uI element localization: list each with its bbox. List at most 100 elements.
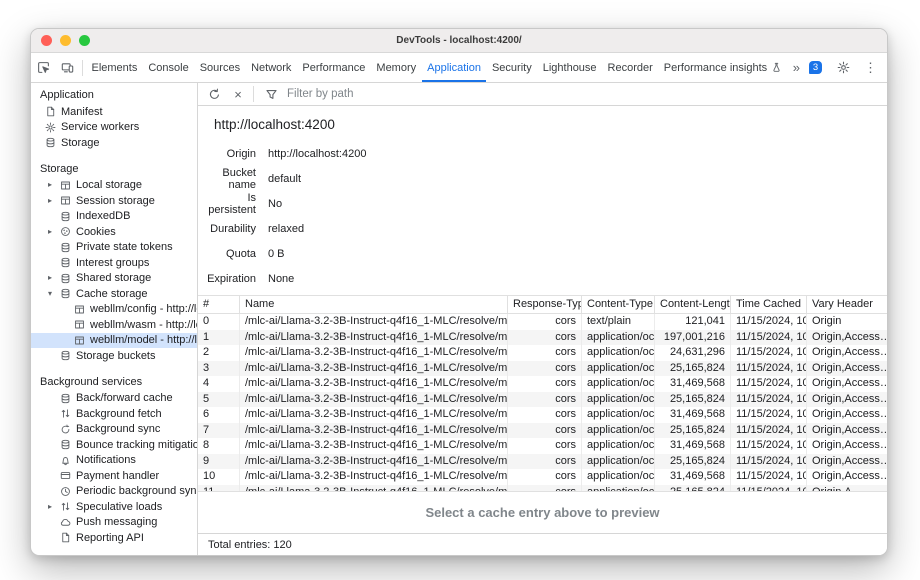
sidebar-item-manifest[interactable]: Manifest	[31, 104, 197, 120]
delete-selected-button[interactable]: ×	[228, 87, 248, 102]
close-window-button[interactable]	[41, 35, 52, 46]
column-header-name[interactable]: Name	[240, 296, 508, 314]
sidebar-item-private-state-tokens[interactable]: ▸Private state tokens	[31, 240, 197, 256]
sidebar-item-service-workers[interactable]: Service workers	[31, 120, 197, 136]
gear-icon	[837, 61, 850, 74]
cell-response-type: cors	[508, 361, 582, 377]
tab-recorder[interactable]: Recorder	[602, 53, 658, 82]
cell-content-length: 25,165,824	[655, 423, 731, 439]
chevron-right-icon[interactable]: ▸	[45, 503, 55, 511]
chevron-right-icon[interactable]: ▸	[45, 274, 55, 282]
cache-panel-toolbar: × Filter by path	[198, 83, 887, 106]
cell-time-cached: 11/15/2024, 10…	[731, 392, 807, 408]
cache-entry-row[interactable]: 4/mlc-ai/Llama-3.2-3B-Instruct-q4f16_1-M…	[198, 376, 887, 392]
cache-entry-row[interactable]: 3/mlc-ai/Llama-3.2-3B-Instruct-q4f16_1-M…	[198, 361, 887, 377]
sidebar-section-application[interactable]: Application	[31, 85, 197, 104]
sidebar-item-reporting-api[interactable]: ▸Reporting API	[31, 530, 197, 546]
tab-application[interactable]: Application	[422, 53, 487, 82]
column-header-[interactable]: #	[198, 296, 240, 314]
sidebar-item-storage-buckets[interactable]: ▸Storage buckets	[31, 348, 197, 364]
column-header-response-type[interactable]: Response-Type	[508, 296, 582, 314]
sidebar-item-label: IndexedDB	[76, 210, 130, 222]
sidebar-item-back-forward-cache[interactable]: ▸Back/forward cache	[31, 391, 197, 407]
sidebar-item-webllm-model-http-loc[interactable]: ▸webllm/model - http://loc…	[31, 333, 197, 349]
sidebar-item-cookies[interactable]: ▸Cookies	[31, 224, 197, 240]
devices-icon	[61, 61, 74, 74]
column-header-content-type[interactable]: Content-Type	[582, 296, 655, 314]
sidebar-item-cache-storage[interactable]: ▾Cache storage	[31, 286, 197, 302]
sidebar-item-push-messaging[interactable]: ▸Push messaging	[31, 515, 197, 531]
cache-entry-row[interactable]: 10/mlc-ai/Llama-3.2-3B-Instruct-q4f16_1-…	[198, 469, 887, 485]
chevron-down-icon[interactable]: ▾	[45, 290, 55, 298]
refresh-button[interactable]	[202, 83, 226, 105]
sidebar-item-periodic-background-sync[interactable]: ▸Periodic background sync	[31, 484, 197, 500]
cell-vary-header: Origin,Access…	[807, 469, 887, 485]
cache-entry-row[interactable]: 0/mlc-ai/Llama-3.2-3B-Instruct-q4f16_1-M…	[198, 314, 887, 330]
cache-entry-row[interactable]: 1/mlc-ai/Llama-3.2-3B-Instruct-q4f16_1-M…	[198, 330, 887, 346]
cell-vary-header: Origin,Access…	[807, 392, 887, 408]
filter-by-path-input[interactable]: Filter by path	[287, 88, 353, 100]
cell-content-type: text/plain	[582, 314, 655, 330]
tab-performance[interactable]: Performance	[297, 53, 371, 82]
inspect-element-button[interactable]	[31, 57, 55, 79]
sidebar-section-background-services[interactable]: Background services	[31, 372, 197, 391]
cell-time-cached: 11/15/2024, 10…	[731, 407, 807, 423]
cell-content-type: application/oc…	[582, 469, 655, 485]
tab-sources[interactable]: Sources	[194, 53, 245, 82]
sidebar-item-background-sync[interactable]: ▸Background sync	[31, 422, 197, 438]
cell-time-cached: 11/15/2024, 10…	[731, 469, 807, 485]
sidebar-item-label: Background sync	[76, 423, 160, 435]
bell-icon	[60, 455, 71, 466]
sidebar-item-storage[interactable]: Storage	[31, 135, 197, 151]
cell-num: 4	[198, 376, 240, 392]
sidebar-item-label: webllm/model - http://loc…	[90, 334, 197, 346]
sidebar-item-notifications[interactable]: ▸Notifications	[31, 453, 197, 469]
more-options-button[interactable]: ⋮	[864, 60, 877, 76]
sidebar-item-webllm-wasm-http-loca[interactable]: ▸webllm/wasm - http://loca…	[31, 317, 197, 333]
column-header-content-length[interactable]: Content-Length	[655, 296, 731, 314]
sidebar-item-payment-handler[interactable]: ▸Payment handler	[31, 468, 197, 484]
cell-name: /mlc-ai/Llama-3.2-3B-Instruct-q4f16_1-ML…	[240, 407, 508, 423]
zoom-window-button[interactable]	[79, 35, 90, 46]
cell-name: /mlc-ai/Llama-3.2-3B-Instruct-q4f16_1-ML…	[240, 330, 508, 346]
cell-vary-header: Origin,Access…	[807, 330, 887, 346]
sidebar-item-local-storage[interactable]: ▸Local storage	[31, 178, 197, 194]
sidebar-item-bounce-tracking-mitigations[interactable]: ▸Bounce tracking mitigations	[31, 437, 197, 453]
tab-network[interactable]: Network	[246, 53, 297, 82]
cache-entry-row[interactable]: 9/mlc-ai/Llama-3.2-3B-Instruct-q4f16_1-M…	[198, 454, 887, 470]
chevron-right-icon[interactable]: ▸	[45, 228, 55, 236]
tab-memory[interactable]: Memory	[371, 53, 422, 82]
chevron-right-icon[interactable]: ▸	[45, 181, 55, 189]
tab-elements[interactable]: Elements	[86, 53, 143, 82]
cell-content-type: application/oc…	[582, 376, 655, 392]
column-header-vary-header[interactable]: Vary Header	[807, 296, 887, 314]
tab-security[interactable]: Security	[486, 53, 537, 82]
tab-performance-insights[interactable]: Performance insights	[658, 53, 787, 82]
settings-gear-button[interactable]	[831, 57, 855, 79]
cache-entry-row[interactable]: 7/mlc-ai/Llama-3.2-3B-Instruct-q4f16_1-M…	[198, 423, 887, 439]
cell-name: /mlc-ai/Llama-3.2-3B-Instruct-q4f16_1-ML…	[240, 361, 508, 377]
cache-entry-row[interactable]: 6/mlc-ai/Llama-3.2-3B-Instruct-q4f16_1-M…	[198, 407, 887, 423]
sidebar-item-shared-storage[interactable]: ▸Shared storage	[31, 271, 197, 287]
messages-badge[interactable]: 3	[809, 61, 822, 74]
sidebar-item-webllm-config-http-loc[interactable]: ▸webllm/config - http://loc…	[31, 302, 197, 318]
cell-content-type: application/oc…	[582, 438, 655, 454]
cache-entry-row[interactable]: 8/mlc-ai/Llama-3.2-3B-Instruct-q4f16_1-M…	[198, 438, 887, 454]
column-header-time-cached[interactable]: Time Cached	[731, 296, 807, 314]
sidebar-item-indexeddb[interactable]: ▸IndexedDB	[31, 209, 197, 225]
sidebar-item-session-storage[interactable]: ▸Session storage	[31, 193, 197, 209]
tab-console[interactable]: Console	[143, 53, 194, 82]
minimize-window-button[interactable]	[60, 35, 71, 46]
device-toolbar-button[interactable]	[55, 57, 79, 79]
tab-lighthouse[interactable]: Lighthouse	[537, 53, 602, 82]
sidebar-item-speculative-loads[interactable]: ▸Speculative loads	[31, 499, 197, 515]
chevron-right-icon[interactable]: ▸	[45, 197, 55, 205]
sidebar-item-interest-groups[interactable]: ▸Interest groups	[31, 255, 197, 271]
cache-entry-row[interactable]: 5/mlc-ai/Llama-3.2-3B-Instruct-q4f16_1-M…	[198, 392, 887, 408]
sidebar-item-background-fetch[interactable]: ▸Background fetch	[31, 406, 197, 422]
more-tabs-button[interactable]: »	[793, 60, 800, 75]
cache-entry-row[interactable]: 2/mlc-ai/Llama-3.2-3B-Instruct-q4f16_1-M…	[198, 345, 887, 361]
sidebar-section-storage[interactable]: Storage	[31, 159, 197, 178]
sidebar-item-label: Interest groups	[76, 257, 149, 269]
cell-time-cached: 11/15/2024, 10…	[731, 454, 807, 470]
